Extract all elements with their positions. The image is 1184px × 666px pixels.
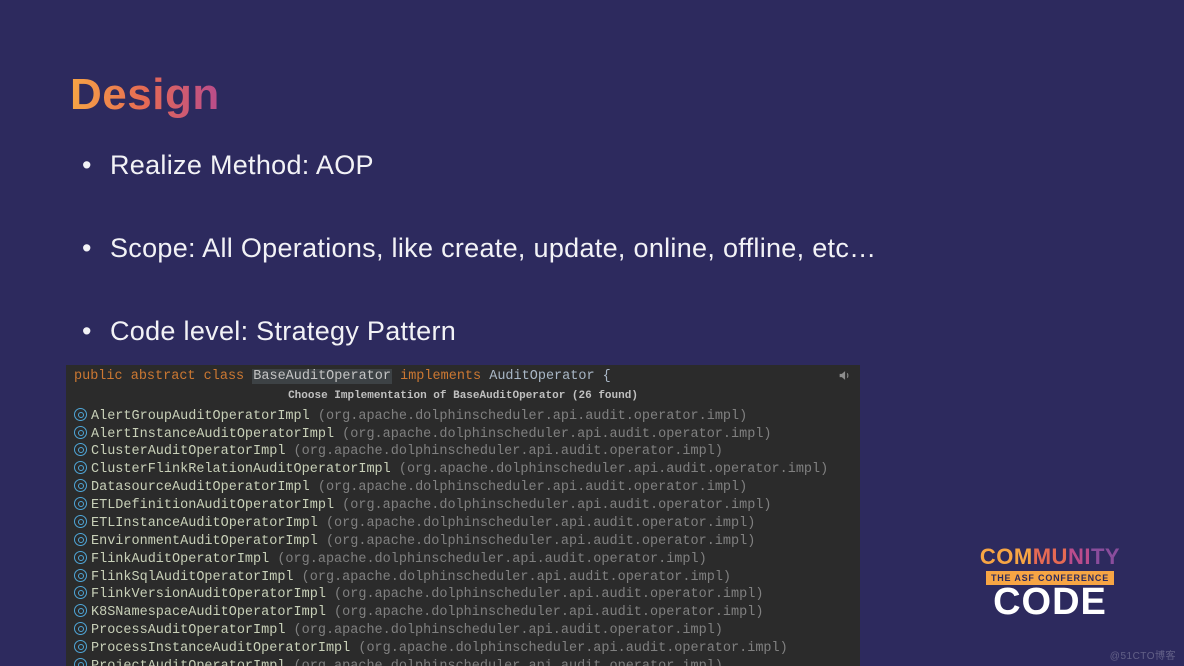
- implementation-class-name: EnvironmentAuditOperatorImpl: [91, 534, 318, 549]
- implementation-item[interactable]: ClusterAuditOperatorImpl (org.apache.dol…: [74, 443, 852, 461]
- bullet-item: Code level: Strategy Pattern: [82, 316, 1114, 347]
- implementation-class-name: ProcessAuditOperatorImpl: [91, 623, 285, 638]
- class-icon: [74, 515, 87, 528]
- class-icon: [74, 497, 87, 510]
- implementation-class-name: ProcessInstanceAuditOperatorImpl: [91, 641, 350, 656]
- keyword-abstract: abstract: [131, 369, 196, 384]
- class-name: BaseAuditOperator: [252, 369, 392, 384]
- class-icon: [74, 461, 87, 474]
- bullet-item: Realize Method: AOP: [82, 150, 1114, 181]
- implementation-package: (org.apache.dolphinscheduler.api.audit.o…: [318, 516, 755, 531]
- implementation-package: (org.apache.dolphinscheduler.api.audit.o…: [285, 623, 722, 638]
- implementation-class-name: FlinkSqlAuditOperatorImpl: [91, 570, 294, 585]
- implementation-package: (org.apache.dolphinscheduler.api.audit.o…: [318, 534, 755, 549]
- class-icon: [74, 443, 87, 456]
- class-icon: [74, 533, 87, 546]
- implementation-item[interactable]: ETLDefinitionAuditOperatorImpl (org.apac…: [74, 497, 852, 515]
- class-icon: [74, 622, 87, 635]
- implementation-item[interactable]: ProjectAuditOperatorImpl (org.apache.dol…: [74, 658, 852, 666]
- implementation-class-name: AlertGroupAuditOperatorImpl: [91, 409, 310, 424]
- implementation-package: (org.apache.dolphinscheduler.api.audit.o…: [269, 552, 706, 567]
- implementation-class-name: ETLDefinitionAuditOperatorImpl: [91, 498, 334, 513]
- conference-logo: COMMUNITY THE ASF CONFERENCE CODE: [970, 546, 1130, 620]
- speaker-icon: [836, 369, 852, 382]
- implementation-class-name: ETLInstanceAuditOperatorImpl: [91, 516, 318, 531]
- implementation-class-name: AlertInstanceAuditOperatorImpl: [91, 427, 334, 442]
- implementation-item[interactable]: EnvironmentAuditOperatorImpl (org.apache…: [74, 533, 852, 551]
- implementation-item[interactable]: ClusterFlinkRelationAuditOperatorImpl (o…: [74, 461, 852, 479]
- class-icon: [74, 569, 87, 582]
- class-icon: [74, 604, 87, 617]
- implementation-package: (org.apache.dolphinscheduler.api.audit.o…: [334, 427, 771, 442]
- implementation-item[interactable]: FlinkSqlAuditOperatorImpl (org.apache.do…: [74, 569, 852, 587]
- implementation-class-name: ClusterAuditOperatorImpl: [91, 444, 285, 459]
- code-screenshot: public abstract class BaseAuditOperator …: [66, 365, 860, 666]
- implementation-item[interactable]: FlinkAuditOperatorImpl (org.apache.dolph…: [74, 551, 852, 569]
- implementation-class-name: ClusterFlinkRelationAuditOperatorImpl: [91, 462, 391, 477]
- class-icon: [74, 640, 87, 653]
- keyword-implements: implements: [400, 369, 481, 384]
- implementation-item[interactable]: ProcessAuditOperatorImpl (org.apache.dol…: [74, 622, 852, 640]
- class-declaration: public abstract class BaseAuditOperator …: [74, 369, 852, 386]
- logo-code-text: CODE: [970, 584, 1130, 620]
- implementation-class-name: K8SNamespaceAuditOperatorImpl: [91, 605, 326, 620]
- class-icon: [74, 658, 87, 666]
- keyword-class: class: [204, 369, 245, 384]
- implementation-package: (org.apache.dolphinscheduler.api.audit.o…: [391, 462, 828, 477]
- slide-title: Design: [70, 70, 220, 120]
- implementation-item[interactable]: ETLInstanceAuditOperatorImpl (org.apache…: [74, 515, 852, 533]
- class-icon: [74, 408, 87, 421]
- class-icon: [74, 586, 87, 599]
- watermark: @51CTO博客: [1110, 647, 1176, 662]
- implementation-package: (org.apache.dolphinscheduler.api.audit.o…: [334, 498, 771, 513]
- implementation-class-name: FlinkVersionAuditOperatorImpl: [91, 587, 326, 602]
- implementation-package: (org.apache.dolphinscheduler.api.audit.o…: [285, 659, 722, 666]
- implementations-list: AlertGroupAuditOperatorImpl (org.apache.…: [74, 408, 852, 666]
- interface-name: AuditOperator: [489, 369, 594, 384]
- implementation-package: (org.apache.dolphinscheduler.api.audit.o…: [310, 409, 747, 424]
- slide-root: Design Realize Method: AOP Scope: All Op…: [0, 0, 1184, 666]
- implementations-popup-title: Choose Implementation of BaseAuditOperat…: [74, 390, 852, 404]
- class-icon: [74, 426, 87, 439]
- open-brace: {: [603, 369, 611, 384]
- implementation-class-name: DatasourceAuditOperatorImpl: [91, 480, 310, 495]
- implementation-package: (org.apache.dolphinscheduler.api.audit.o…: [294, 570, 731, 585]
- bullet-item: Scope: All Operations, like create, upda…: [82, 233, 1114, 264]
- implementation-package: (org.apache.dolphinscheduler.api.audit.o…: [326, 605, 763, 620]
- logo-community-text: COMMUNITY: [970, 546, 1130, 568]
- implementation-package: (org.apache.dolphinscheduler.api.audit.o…: [350, 641, 787, 656]
- implementation-package: (org.apache.dolphinscheduler.api.audit.o…: [310, 480, 747, 495]
- implementation-item[interactable]: AlertGroupAuditOperatorImpl (org.apache.…: [74, 408, 852, 426]
- implementation-item[interactable]: AlertInstanceAuditOperatorImpl (org.apac…: [74, 426, 852, 444]
- class-icon: [74, 479, 87, 492]
- implementation-item[interactable]: ProcessInstanceAuditOperatorImpl (org.ap…: [74, 640, 852, 658]
- implementation-item[interactable]: DatasourceAuditOperatorImpl (org.apache.…: [74, 479, 852, 497]
- implementation-item[interactable]: FlinkVersionAuditOperatorImpl (org.apach…: [74, 586, 852, 604]
- implementation-package: (org.apache.dolphinscheduler.api.audit.o…: [326, 587, 763, 602]
- class-icon: [74, 551, 87, 564]
- keyword-public: public: [74, 369, 123, 384]
- implementation-package: (org.apache.dolphinscheduler.api.audit.o…: [285, 444, 722, 459]
- implementation-item[interactable]: K8SNamespaceAuditOperatorImpl (org.apach…: [74, 604, 852, 622]
- implementation-class-name: FlinkAuditOperatorImpl: [91, 552, 269, 567]
- bullet-list: Realize Method: AOP Scope: All Operation…: [82, 150, 1114, 347]
- implementation-class-name: ProjectAuditOperatorImpl: [91, 659, 285, 666]
